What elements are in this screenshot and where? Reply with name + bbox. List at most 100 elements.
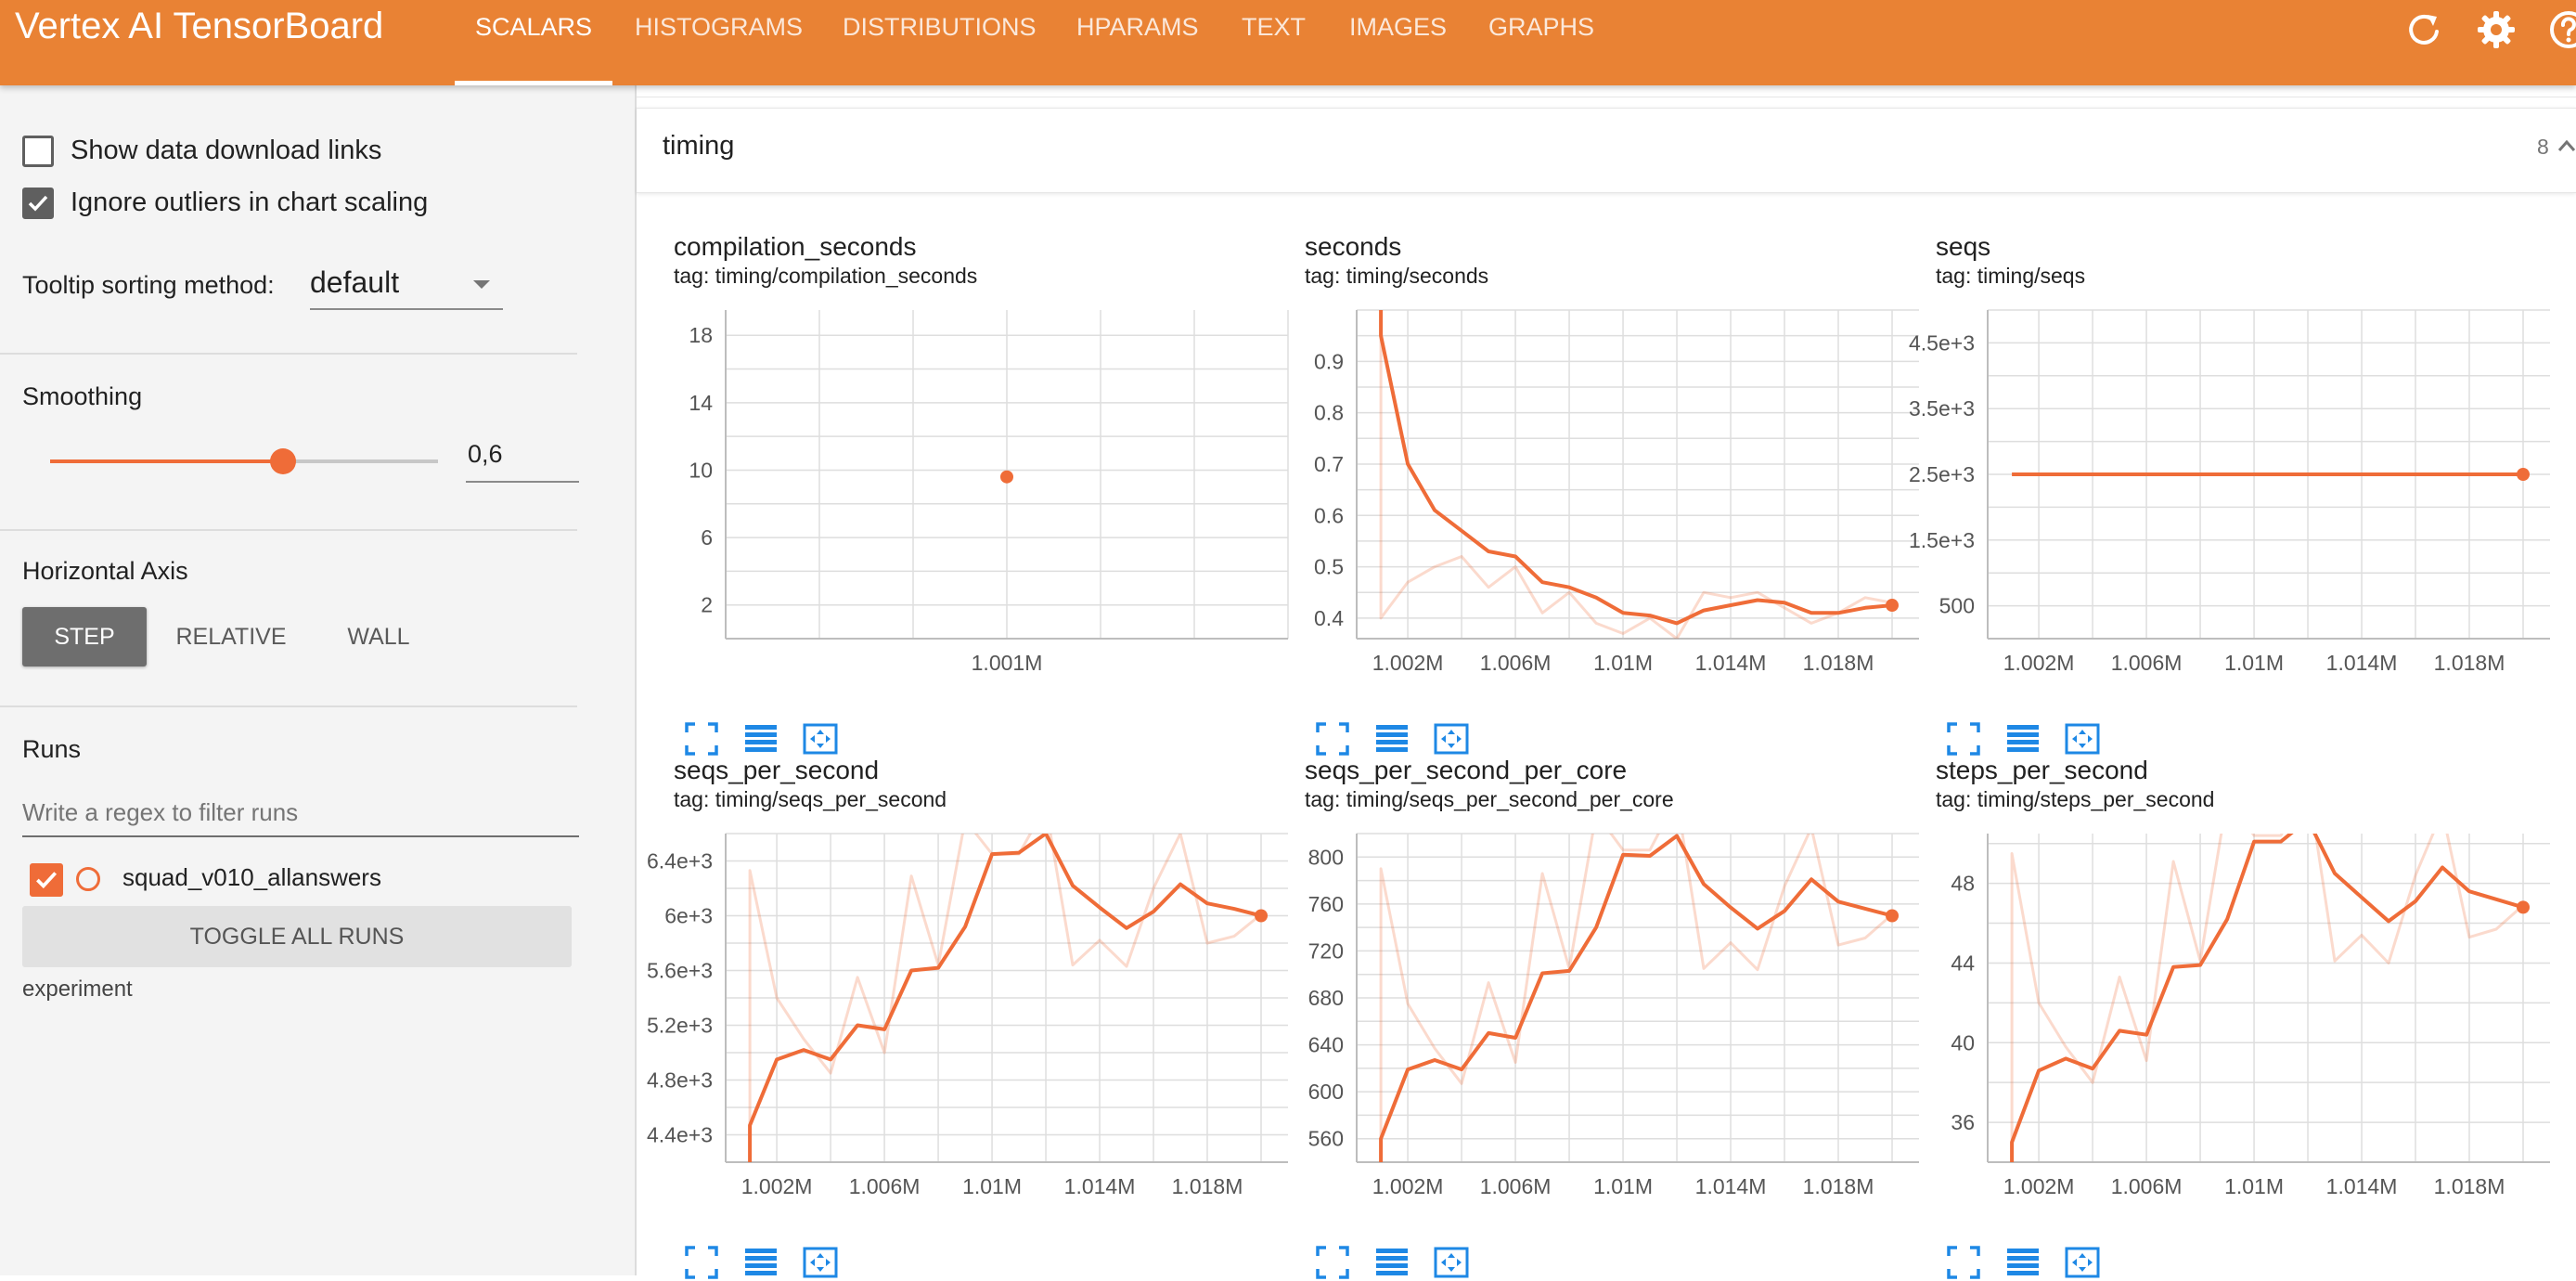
fit-domain-icon[interactable] [802, 720, 839, 757]
fit-domain-icon[interactable] [1433, 720, 1470, 757]
grid [1357, 833, 1919, 1163]
smoothing-slider-thumb[interactable] [269, 448, 296, 474]
group-header[interactable]: timing 8 [637, 108, 2576, 193]
main-panel: timing 8 compilation_seconds tag: timing/… [637, 85, 2576, 1279]
x-tick-label: 1.01M [1593, 651, 1653, 675]
tab-label: TEXT [1242, 13, 1307, 41]
y-tick-label: 3.5e+3 [1909, 396, 1975, 421]
line-chart[interactable]: 560 600 640 680 720 760 800 1.002M 1.006M 1.01M 1.… [1305, 819, 1926, 1227]
tab-distributions[interactable]: DISTRIBUTIONS [843, 0, 1037, 85]
fit-domain-icon[interactable] [802, 1244, 839, 1281]
chart-card: compilation_seconds tag: timing/compilati… [674, 232, 1295, 756]
y-tick-label: 6.4e+3 [647, 849, 713, 873]
y-tick-label: 4.4e+3 [647, 1123, 713, 1147]
fullscreen-icon[interactable] [683, 720, 720, 757]
chart-title: seqs_per_second [674, 756, 880, 784]
smoothing-slider-track[interactable] [50, 448, 438, 474]
tab-histograms[interactable]: HISTOGRAMS [635, 0, 803, 85]
data-table-icon[interactable] [1373, 1244, 1410, 1281]
data-table-icon[interactable] [742, 1244, 779, 1281]
y-tick-label: 4.5e+3 [1909, 330, 1975, 355]
x-tick-label: 1.001M [972, 651, 1043, 675]
y-tick-label: 500 [1939, 594, 1975, 618]
show-download-links-checkbox[interactable] [22, 136, 54, 167]
tab-text[interactable]: TEXT [1242, 0, 1306, 85]
x-tick-label: 1.018M [1803, 1174, 1874, 1198]
smoothing-label: Smoothing [22, 382, 143, 410]
refresh-icon[interactable] [2402, 7, 2446, 52]
toggle-all-runs-button[interactable]: TOGGLE ALL RUNS [22, 906, 572, 967]
ignore-outliers-checkbox[interactable] [22, 188, 54, 219]
data-table-icon[interactable] [2004, 720, 2041, 757]
divider [0, 705, 577, 707]
grid [726, 833, 1288, 1163]
run-checkbox[interactable] [30, 863, 63, 897]
smoothing-input[interactable]: 0,6 [466, 434, 579, 483]
data-table-icon[interactable] [742, 720, 779, 757]
app-title: Vertex AI TensorBoard [15, 6, 384, 46]
data-table-icon[interactable] [2004, 1244, 2041, 1281]
raw-series-line [1379, 834, 1893, 1162]
line-chart[interactable]: 500 1.5e+3 2.5e+3 3.5e+3 4.5e+3 1.002M 1.006M 1… [1909, 295, 2557, 704]
line-chart[interactable]: 2 6 10 14 18 1.001M [674, 295, 1295, 704]
tooltip-sorting-select[interactable]: default [310, 260, 503, 310]
runs-label: Runs [22, 735, 82, 763]
last-point-marker [1255, 909, 1269, 923]
run-color-picker[interactable] [76, 867, 100, 891]
y-tick-label: 0.6 [1314, 503, 1344, 527]
x-tick-label: 1.002M [1372, 651, 1444, 675]
fit-domain-icon[interactable] [2064, 1244, 2101, 1281]
axis-wall-button[interactable]: WALL [325, 607, 432, 666]
axis-relative-button[interactable]: RELATIVE [163, 607, 299, 666]
x-tick-label: 1.01M [1593, 1174, 1653, 1198]
x-tick-label: 1.002M [2003, 651, 2075, 675]
fullscreen-icon[interactable] [683, 1244, 720, 1281]
raw-series-line [2010, 834, 2524, 1162]
x-tick-label: 1.014M [1064, 1174, 1136, 1198]
y-tick-label: 48 [1951, 872, 1975, 896]
top-app-bar: Vertex AI TensorBoard SCALARS HISTOGRAMS… [0, 0, 2576, 85]
line-chart[interactable]: 0.4 0.5 0.6 0.7 0.8 0.9 1.002M 1.006M 1.01M 1.014… [1305, 295, 1926, 704]
chart-card: seqs_per_second tag: timing/seqs_per_seco… [647, 756, 1295, 1279]
tab-label: DISTRIBUTIONS [843, 13, 1037, 41]
y-tick-label: 0.4 [1314, 606, 1344, 630]
chart-card: seqs tag: timing/seqs 500 1.5e+3 2.5e+3 3.5e+… [1909, 232, 2557, 756]
fullscreen-icon[interactable] [1314, 1244, 1351, 1281]
fullscreen-icon[interactable] [1945, 720, 1982, 757]
x-tick-label: 1.006M [2111, 1174, 2183, 1198]
chevron-down-icon [473, 280, 490, 289]
y-tick-label: 0.8 [1314, 401, 1344, 425]
fit-domain-icon[interactable] [2064, 720, 2101, 757]
tab-images[interactable]: IMAGES [1349, 0, 1447, 85]
x-tick-label: 1.006M [1480, 651, 1552, 675]
gear-icon[interactable] [2474, 7, 2518, 52]
run-filter-input[interactable] [22, 789, 579, 837]
chevron-up-icon[interactable] [2557, 138, 2576, 153]
help-icon[interactable] [2546, 7, 2576, 52]
group-count: 8 [2537, 135, 2549, 159]
fullscreen-icon[interactable] [1314, 720, 1351, 757]
y-tick-label: 0.7 [1314, 452, 1344, 476]
line-chart[interactable]: 4.4e+3 4.8e+3 5.2e+3 5.6e+3 6e+3 6.4e+3 1.002M… [647, 819, 1295, 1227]
tab-graphs[interactable]: GRAPHS [1488, 0, 1594, 85]
tab-hparams[interactable]: HPARAMS [1076, 0, 1199, 85]
fullscreen-icon[interactable] [1945, 1244, 1982, 1281]
chart-card: steps_per_second tag: timing/steps_per_se… [1936, 756, 2557, 1279]
y-tick-label: 560 [1308, 1127, 1344, 1151]
axis-step-button[interactable]: STEP [22, 607, 147, 666]
chart-card: seqs_per_second_per_core tag: timing/seqs… [1305, 756, 1926, 1279]
data-table-icon[interactable] [1373, 720, 1410, 757]
checkmark-icon [28, 195, 48, 212]
fit-domain-icon[interactable] [1433, 1244, 1470, 1281]
tab-scalars[interactable]: SCALARS [455, 0, 612, 85]
chart-tag: tag: timing/compilation_seconds [674, 264, 978, 288]
grid [1357, 309, 1919, 639]
chart-tag: tag: timing/seqs_per_second_per_core [1305, 787, 1674, 811]
x-tick-label: 1.014M [2326, 1174, 2398, 1198]
line-chart[interactable]: 36 40 44 48 1.002M 1.006M 1.01M 1.014M 1.018M [1936, 819, 2557, 1227]
x-tick-label: 1.01M [2224, 1174, 2284, 1198]
y-tick-label: 18 [689, 323, 713, 347]
x-tick-label: 1.018M [2434, 651, 2505, 675]
x-tick-label: 1.01M [2224, 651, 2284, 675]
tooltip-sorting-label: Tooltip sorting method: [22, 271, 275, 299]
